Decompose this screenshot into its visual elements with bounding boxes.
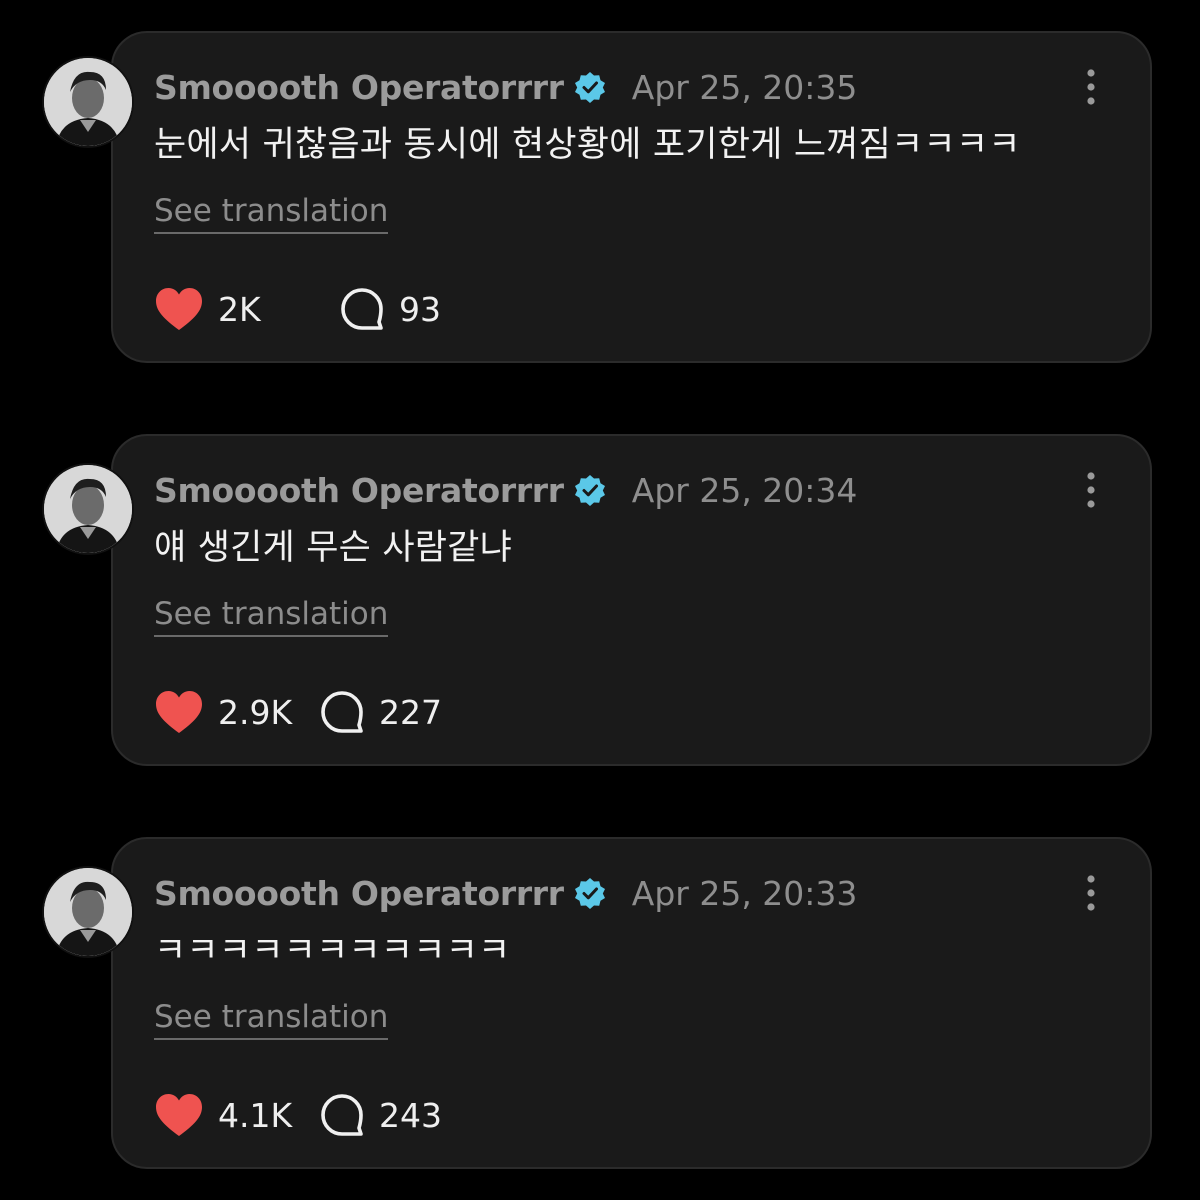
reply-button[interactable]: 243 bbox=[319, 1092, 442, 1138]
speech-bubble-icon bbox=[319, 1092, 365, 1138]
post-2: Smooooth Operatorrrr Apr 25, 20:34 얘 생긴게… bbox=[0, 434, 1200, 774]
see-translation-link[interactable]: See translation bbox=[154, 999, 389, 1040]
post-actions: 2.9K 227 bbox=[154, 686, 442, 738]
speech-bubble-icon bbox=[339, 286, 385, 332]
reply-count: 93 bbox=[399, 289, 441, 329]
timestamp: Apr 25, 20:33 bbox=[631, 873, 858, 913]
like-count: 2K bbox=[218, 289, 261, 329]
verified-badge-icon bbox=[574, 71, 606, 103]
reply-count: 227 bbox=[379, 692, 442, 732]
post-1: Smooooth Operatorrrr Apr 25, 20:35 눈에서 귀… bbox=[0, 31, 1200, 371]
reply-button[interactable]: 227 bbox=[319, 689, 442, 735]
avatar[interactable] bbox=[44, 58, 132, 146]
more-vertical-icon[interactable] bbox=[1078, 67, 1104, 107]
avatar[interactable] bbox=[44, 868, 132, 956]
post-text: 얘 생긴게 무슨 사람같냐 bbox=[154, 528, 512, 568]
more-vertical-icon[interactable] bbox=[1078, 470, 1104, 510]
heart-icon bbox=[154, 689, 204, 735]
post-actions: 4.1K 243 bbox=[154, 1089, 442, 1141]
heart-icon bbox=[154, 1092, 204, 1138]
like-count: 2.9K bbox=[218, 692, 293, 732]
timestamp: Apr 25, 20:35 bbox=[631, 67, 858, 107]
avatar-image bbox=[44, 868, 132, 956]
see-translation-link[interactable]: See translation bbox=[154, 193, 389, 234]
verified-badge-icon bbox=[574, 474, 606, 506]
post-header: Smooooth Operatorrrr Apr 25, 20:34 bbox=[154, 468, 857, 512]
like-button[interactable]: 4.1K bbox=[154, 1092, 303, 1138]
timestamp: Apr 25, 20:34 bbox=[631, 470, 858, 510]
post-header: Smooooth Operatorrrr Apr 25, 20:35 bbox=[154, 65, 857, 109]
username[interactable]: Smooooth Operatorrrr bbox=[154, 874, 564, 913]
reply-button[interactable]: 93 bbox=[339, 286, 441, 332]
avatar[interactable] bbox=[44, 465, 132, 553]
post-3: Smooooth Operatorrrr Apr 25, 20:33 ㅋㅋㅋㅋㅋ… bbox=[0, 837, 1200, 1177]
like-button[interactable]: 2.9K bbox=[154, 689, 303, 735]
post-header: Smooooth Operatorrrr Apr 25, 20:33 bbox=[154, 871, 857, 915]
see-translation-link[interactable]: See translation bbox=[154, 596, 389, 637]
reply-count: 243 bbox=[379, 1095, 442, 1135]
post-text: ㅋㅋㅋㅋㅋㅋㅋㅋㅋㅋㅋ bbox=[154, 931, 511, 971]
username[interactable]: Smooooth Operatorrrr bbox=[154, 68, 564, 107]
like-count: 4.1K bbox=[218, 1095, 293, 1135]
avatar-image bbox=[44, 465, 132, 553]
avatar-image bbox=[44, 58, 132, 146]
verified-badge-icon bbox=[574, 877, 606, 909]
more-vertical-icon[interactable] bbox=[1078, 873, 1104, 913]
speech-bubble-icon bbox=[319, 689, 365, 735]
post-text: 눈에서 귀찮음과 동시에 현상황에 포기한게 느껴짐ㅋㅋㅋㅋ bbox=[154, 125, 1021, 165]
post-actions: 2K 93 bbox=[154, 283, 441, 335]
heart-icon bbox=[154, 286, 204, 332]
like-button[interactable]: 2K bbox=[154, 286, 303, 332]
username[interactable]: Smooooth Operatorrrr bbox=[154, 471, 564, 510]
